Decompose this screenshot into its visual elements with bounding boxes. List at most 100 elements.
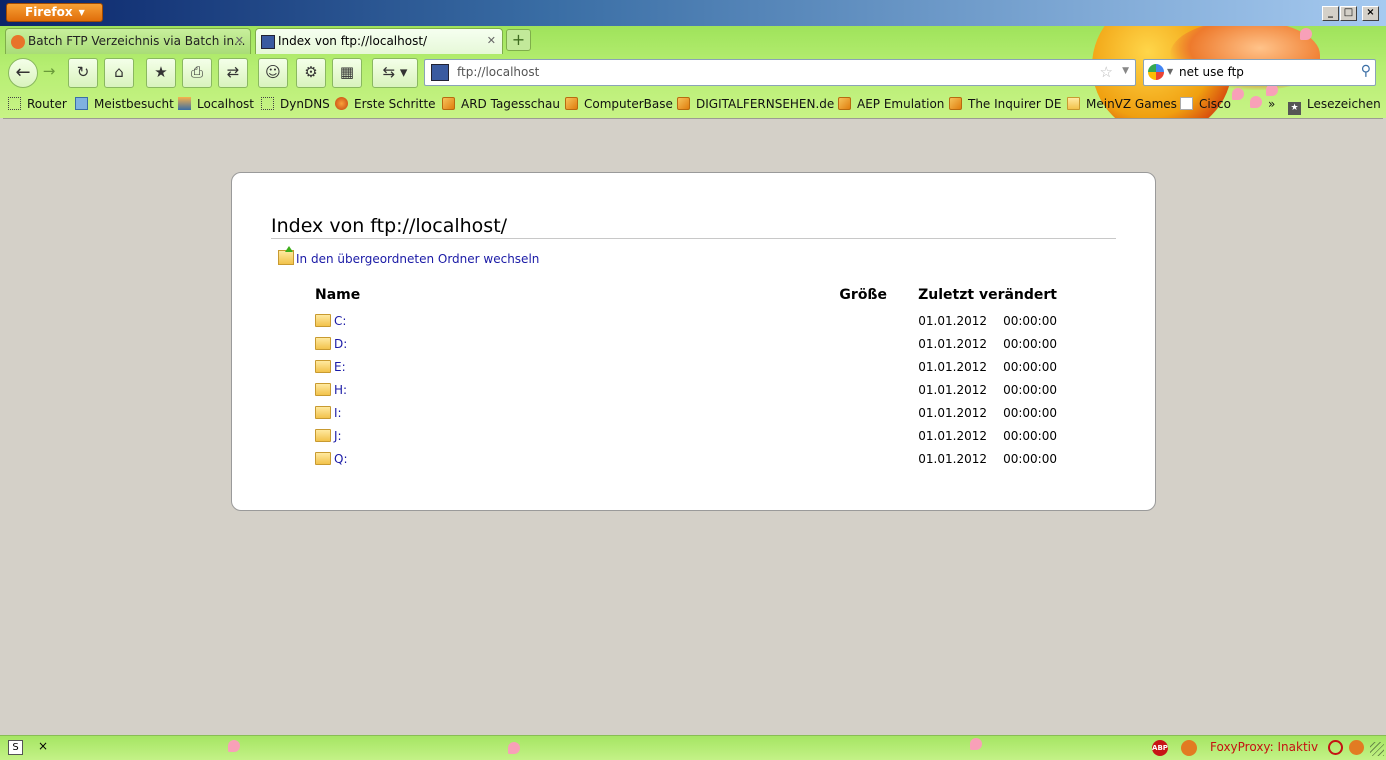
print-button[interactable]: ⎙	[182, 58, 212, 88]
addon-fox-button[interactable]: ☺	[258, 58, 288, 88]
rss-icon	[949, 97, 962, 110]
parent-folder-link[interactable]: In den übergeordneten Ordner wechseln	[278, 246, 539, 266]
bookmark-digitalfernsehen[interactable]: DIGITALFERNSEHEN.de	[677, 97, 834, 111]
bookmark-aep-emulation[interactable]: AEP Emulation	[838, 97, 944, 111]
folder-link[interactable]: I:	[334, 406, 342, 420]
petal-graphic	[508, 742, 520, 754]
back-button[interactable]: ←	[8, 58, 38, 88]
bookmark-manager-button[interactable]: ★	[146, 58, 176, 88]
page-translate-button[interactable]: ⇄	[218, 58, 248, 88]
bookmarks-menu-button[interactable]: ★ Lesezeichen	[1288, 97, 1381, 115]
smart-folder-icon	[75, 97, 88, 110]
navigation-toolbar: ← → ↻ ⌂ ★ ⎙ ⇄ ☺ ⚙ ▦ ⇆ ▾ ftp://localhost …	[0, 54, 1386, 92]
column-header-modified: Zuletzt verändert	[918, 287, 1057, 303]
addon-gears-button[interactable]: ⚙	[296, 58, 326, 88]
maximize-button[interactable]: □	[1340, 6, 1357, 21]
chevron-down-icon[interactable]: ▼	[1167, 67, 1173, 76]
tab-batch-ftp[interactable]: Batch FTP Verzeichnis via Batch in... ✕	[5, 28, 251, 54]
bookmark-star-icon[interactable]: ☆	[1100, 63, 1113, 81]
folder-icon	[315, 359, 331, 373]
file-name-cell: J:	[315, 424, 835, 447]
folder-icon	[315, 313, 331, 327]
bookmark-label: Localhost	[197, 97, 255, 111]
modified-date-cell: 01.01.2012	[918, 451, 987, 466]
modified-time-cell: 00:00:00	[1003, 405, 1057, 420]
column-header-size: Größe	[839, 287, 887, 303]
bookmark-the-inquirer[interactable]: The Inquirer DE	[949, 97, 1061, 111]
bookmark-router[interactable]: Router	[8, 97, 67, 111]
close-addon-bar-button[interactable]: ×	[38, 739, 48, 753]
rss-icon	[838, 97, 851, 110]
modified-time-cell: 00:00:00	[1003, 428, 1057, 443]
chevron-down-icon[interactable]: ▼	[1122, 66, 1129, 76]
petal-graphic	[1300, 28, 1312, 40]
folder-link[interactable]: J:	[334, 429, 342, 443]
google-icon[interactable]	[1148, 64, 1164, 80]
bookmark-erste-schritte[interactable]: Erste Schritte	[335, 97, 436, 111]
foxyproxy-status[interactable]: FoxyProxy: Inaktiv	[1210, 740, 1318, 754]
folder-link[interactable]: Q:	[334, 452, 348, 466]
url-bar[interactable]: ftp://localhost ☆ ▼	[424, 59, 1136, 86]
folder-icon	[315, 451, 331, 465]
close-tab-icon[interactable]: ✕	[235, 34, 244, 47]
folder-icon	[315, 336, 331, 350]
chevron-down-icon: ▼	[78, 8, 85, 17]
folder-icon	[315, 382, 331, 396]
file-name-cell: E:	[315, 355, 835, 378]
reload-button[interactable]: ↻	[68, 58, 98, 88]
modified-time-cell: 00:00:00	[1003, 451, 1057, 466]
page-info-icon[interactable]: S	[8, 740, 23, 755]
bookmark-label: AEP Emulation	[857, 97, 945, 111]
page-title: Index von ftp://localhost/	[271, 215, 1116, 239]
computer-icon	[261, 35, 275, 49]
close-tab-icon[interactable]: ✕	[487, 34, 496, 47]
bookmark-label: ComputerBase	[584, 97, 673, 111]
folder-link[interactable]: C:	[334, 314, 346, 328]
table-row: I: 01.01.2012 00:00:00	[315, 401, 1057, 424]
resize-grip-icon[interactable]	[1370, 742, 1384, 756]
folder-icon	[315, 405, 331, 419]
bookmark-dyndns[interactable]: DynDNS	[261, 97, 330, 111]
bookmark-computerbase[interactable]: ComputerBase	[565, 97, 673, 111]
tab-label: Batch FTP Verzeichnis via Batch in...	[28, 34, 246, 48]
firefox-menu-button[interactable]: Firefox ▼	[6, 3, 103, 22]
modified-time-cell: 00:00:00	[1003, 336, 1057, 351]
tab-ftp-index[interactable]: Index von ftp://localhost/ ✕	[255, 28, 503, 54]
bookmarks-toolbar: Router Meistbesucht Localhost DynDNS Ers…	[0, 93, 1386, 117]
bookmark-meinvz-games[interactable]: MeinVZ Games	[1067, 97, 1177, 111]
modified-date-cell: 01.01.2012	[918, 336, 987, 351]
table-row: D: 01.01.2012 00:00:00	[315, 332, 1057, 355]
folder-icon	[1067, 97, 1080, 110]
column-header-name: Name	[315, 287, 361, 303]
firefox-menu-label: Firefox	[25, 5, 73, 19]
minimize-button[interactable]: _	[1322, 6, 1339, 21]
adblock-icon[interactable]: ABP	[1152, 740, 1168, 756]
bookmark-localhost[interactable]: Localhost	[178, 97, 254, 111]
firefox-icon[interactable]	[1181, 740, 1197, 756]
bookmark-ard-tagesschau[interactable]: ARD Tagesschau	[442, 97, 560, 111]
home-button[interactable]: ⌂	[104, 58, 134, 88]
folder-link[interactable]: H:	[334, 383, 347, 397]
addon-grid-button[interactable]: ▦	[332, 58, 362, 88]
search-bar[interactable]: ▼ net use ftp ⚲	[1143, 59, 1376, 86]
firefox-icon[interactable]	[1349, 740, 1364, 755]
bookmark-cisco[interactable]: Cisco	[1180, 97, 1231, 111]
bookmark-meistbesucht[interactable]: Meistbesucht	[75, 97, 174, 111]
no-proxy-icon[interactable]	[1328, 740, 1343, 755]
folder-link[interactable]: E:	[334, 360, 346, 374]
page-icon	[261, 97, 274, 110]
window-title-bar: Firefox ▼ _ □ ×	[0, 0, 1386, 26]
file-size-cell	[835, 401, 905, 424]
folder-link[interactable]: D:	[334, 337, 347, 351]
cisco-icon	[1180, 97, 1193, 110]
file-size-cell	[835, 309, 905, 332]
url-text: ftp://localhost	[457, 65, 540, 79]
new-tab-button[interactable]: +	[506, 29, 531, 51]
search-icon[interactable]: ⚲	[1361, 63, 1371, 79]
close-window-button[interactable]: ×	[1362, 6, 1379, 21]
history-dropdown-button[interactable]: ⇆ ▾	[372, 58, 418, 88]
forward-button[interactable]: →	[37, 58, 61, 88]
bookmark-label: Erste Schritte	[354, 97, 436, 111]
file-name-cell: I:	[315, 401, 835, 424]
bookmarks-overflow-button[interactable]: »	[1268, 97, 1275, 111]
